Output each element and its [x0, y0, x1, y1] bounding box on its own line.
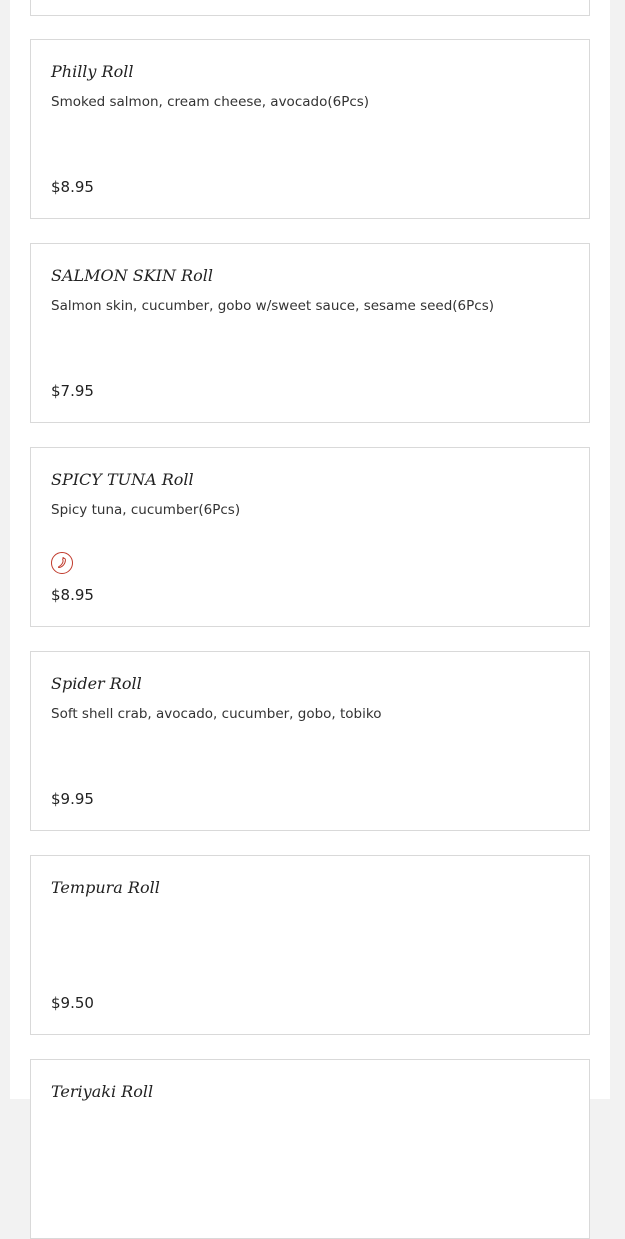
menu-item-price: $8.95 — [51, 178, 94, 196]
menu-item-description: Spicy tuna, cucumber(6Pcs) — [51, 502, 241, 518]
menu-item-description: Soft shell crab, avocado, cucumber, gobo… — [51, 706, 382, 722]
menu-item-name: Spider Roll — [51, 674, 142, 693]
menu-item-price: $9.50 — [51, 994, 94, 1012]
menu-item-card[interactable]: Spider Roll Soft shell crab, avocado, cu… — [30, 651, 590, 831]
menu-item-name: Tempura Roll — [51, 878, 160, 897]
menu-item-name: Philly Roll — [51, 62, 134, 81]
menu-item-card[interactable]: Philly Roll Smoked salmon, cream cheese,… — [30, 39, 590, 219]
menu-item-card[interactable]: Tempura Roll $9.50 — [30, 855, 590, 1035]
chili-pepper-icon — [51, 552, 73, 574]
menu-item-name: SALMON SKIN Roll — [51, 266, 213, 285]
menu-item-name: SPICY TUNA Roll — [51, 470, 194, 489]
menu-item-card[interactable]: SPICY TUNA Roll Spicy tuna, cucumber(6Pc… — [30, 447, 590, 627]
menu-item-card[interactable]: SALMON SKIN Roll Salmon skin, cucumber, … — [30, 243, 590, 423]
menu-item-price: $7.95 — [51, 382, 94, 400]
menu-item-price: $9.95 — [51, 790, 94, 808]
menu-item-price: $8.95 — [51, 586, 94, 604]
menu-item-card[interactable]: Teriyaki Roll — [30, 1059, 590, 1239]
chili-pepper-icon-graphic — [57, 557, 66, 569]
menu-item-description: Salmon skin, cucumber, gobo w/sweet sauc… — [51, 298, 495, 314]
menu-item-name: Teriyaki Roll — [51, 1082, 154, 1101]
menu-item-card-partial[interactable] — [30, 0, 590, 16]
menu-item-description: Smoked salmon, cream cheese, avocado(6Pc… — [51, 94, 370, 110]
